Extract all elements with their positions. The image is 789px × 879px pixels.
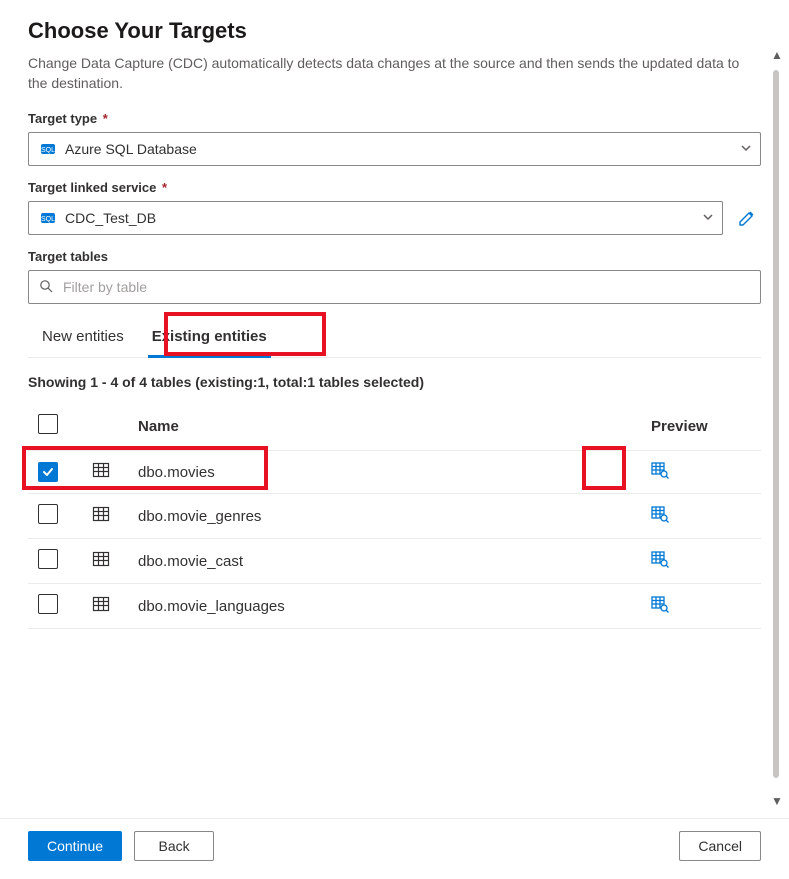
pencil-icon (738, 209, 756, 227)
svg-text:SQL: SQL (41, 147, 55, 154)
back-button[interactable]: Back (134, 831, 214, 861)
table-icon (92, 595, 110, 613)
table-row: dbo.movie_cast (28, 539, 761, 584)
table-icon (92, 461, 110, 479)
continue-button[interactable]: Continue (28, 831, 122, 861)
filter-tables-input-wrapper[interactable] (28, 270, 761, 304)
page-title: Choose Your Targets (28, 18, 761, 44)
linked-service-value: CDC_Test_DB (57, 210, 702, 226)
target-type-label: Target type * (28, 111, 761, 126)
azure-sql-icon: SQL (39, 140, 57, 158)
footer-bar: Continue Back Cancel (0, 818, 789, 879)
chevron-down-icon (740, 141, 752, 157)
table-row: dbo.movie_genres (28, 494, 761, 539)
table-status-line: Showing 1 - 4 of 4 tables (existing:1, t… (28, 374, 761, 390)
scroll-down-arrow[interactable]: ▼ (771, 794, 781, 808)
preview-button[interactable] (651, 505, 669, 523)
table-name-cell: dbo.movie_genres (128, 494, 641, 539)
edit-linked-service-button[interactable] (733, 204, 761, 232)
content-pane: Choose Your Targets Change Data Capture … (0, 0, 789, 818)
table-icon (92, 505, 110, 523)
azure-sql-icon: SQL (39, 209, 57, 227)
filter-tables-input[interactable] (61, 278, 750, 296)
target-type-dropdown[interactable]: SQL Azure SQL Database (28, 132, 761, 166)
page-description: Change Data Capture (CDC) automatically … (28, 54, 748, 93)
row-checkbox[interactable] (38, 462, 58, 482)
preview-button[interactable] (651, 595, 669, 613)
table-name-cell: dbo.movies (128, 451, 641, 494)
name-header: Name (128, 402, 641, 451)
preview-button[interactable] (651, 550, 669, 568)
table-name-cell: dbo.movie_cast (128, 539, 641, 584)
row-checkbox[interactable] (38, 549, 58, 569)
select-all-checkbox[interactable] (38, 414, 58, 434)
preview-header: Preview (641, 402, 761, 451)
scrollbar-track[interactable] (773, 70, 779, 778)
required-marker: * (162, 180, 167, 195)
preview-button[interactable] (651, 461, 669, 479)
table-icon (92, 550, 110, 568)
table-name-cell: dbo.movie_languages (128, 584, 641, 629)
search-icon (39, 279, 53, 296)
row-checkbox[interactable] (38, 504, 58, 524)
tab-existing-entities[interactable]: Existing entities (138, 318, 281, 357)
linked-service-label: Target linked service * (28, 180, 761, 195)
target-tables-label: Target tables (28, 249, 761, 264)
tab-new-entities[interactable]: New entities (28, 318, 138, 357)
entities-table: Name Preview dbo.moviesdbo.movie_genresd… (28, 402, 761, 629)
table-row: dbo.movie_languages (28, 584, 761, 629)
linked-service-dropdown[interactable]: SQL CDC_Test_DB (28, 201, 723, 235)
row-checkbox[interactable] (38, 594, 58, 614)
target-type-value: Azure SQL Database (57, 141, 740, 157)
chevron-down-icon (702, 210, 714, 226)
cancel-button[interactable]: Cancel (679, 831, 761, 861)
required-marker: * (103, 111, 108, 126)
svg-text:SQL: SQL (41, 216, 55, 223)
table-row: dbo.movies (28, 451, 761, 494)
scroll-up-arrow[interactable]: ▲ (771, 48, 781, 62)
entity-tabs: New entities Existing entities (28, 318, 761, 358)
